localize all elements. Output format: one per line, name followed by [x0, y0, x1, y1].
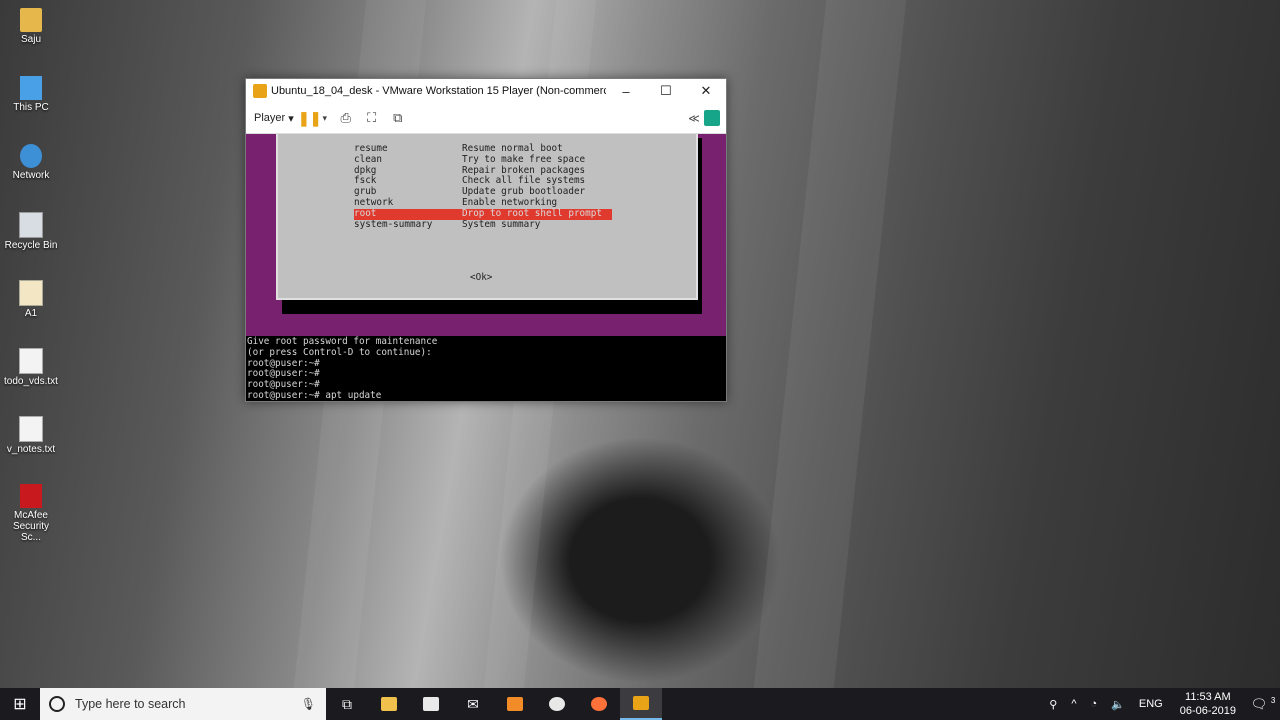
mail-icon[interactable]: ✉ — [452, 688, 494, 720]
search-icon — [49, 696, 65, 712]
network-icon — [20, 144, 42, 168]
language-indicator[interactable]: ENG — [1132, 698, 1170, 710]
desktop-icon-label: Network — [12, 170, 50, 181]
windows-start-icon[interactable]: ⊞ — [0, 688, 40, 720]
recovery-menu-command: system-summary — [354, 218, 433, 230]
wifi-icon[interactable]: ◔ — [1084, 698, 1105, 710]
desktop-icon-label: v_notes.txt — [6, 444, 56, 455]
collapse-toolbar-icon[interactable]: ≪ — [684, 109, 704, 127]
desktop-icon-label: This PC — [13, 102, 49, 113]
firefox-icon[interactable] — [578, 688, 620, 720]
terminal-output: Give root password for maintenance (or pr… — [246, 336, 726, 401]
text-file-icon — [19, 416, 43, 442]
desktop-icon-label: todo_vds.txt — [4, 376, 58, 387]
terminal-line: (or press Control-D to continue): — [247, 346, 432, 358]
recycle-bin-icon — [19, 212, 43, 238]
recovery-menu-item-clean[interactable]: clean Try to make free space — [354, 153, 612, 166]
close-button[interactable]: ✕ — [686, 83, 726, 99]
unity-mode-icon[interactable]: ⧉ — [388, 109, 408, 127]
desktop-icon-label: Recycle Bin — [4, 240, 58, 251]
vmware-window: Ubuntu_18_04_desk - VMware Workstation 1… — [245, 78, 727, 402]
search-input[interactable]: Type here to search 🎙 — [40, 688, 326, 720]
desktop-icon-recycle-bin[interactable]: Recycle Bin — [2, 212, 60, 251]
recovery-menu-description: Drop to root shell prompt — [462, 207, 602, 219]
chevron-down-icon: ▾ — [288, 112, 294, 125]
recovery-menu-item-root[interactable]: root Drop to root shell prompt — [354, 207, 612, 220]
maximize-button[interactable]: ☐ — [646, 83, 686, 99]
vmware-app-icon — [253, 84, 267, 98]
microphone-icon[interactable]: 🎙 — [301, 697, 316, 711]
desktop-icon-v-notes[interactable]: v_notes.txt — [2, 416, 60, 455]
search-placeholder: Type here to search — [75, 697, 186, 711]
desktop-icon-a1[interactable]: A1 — [2, 280, 60, 319]
send-ctrl-alt-del-icon[interactable]: ⎙ — [336, 109, 356, 127]
recovery-menu-command: root — [354, 207, 377, 219]
message-log-icon[interactable] — [704, 110, 720, 126]
pause-icon[interactable]: ❚❚ — [298, 109, 321, 127]
ok-button[interactable]: <Ok> — [470, 272, 492, 283]
desktop-icon-label: A1 — [24, 308, 38, 319]
recovery-menu-description: System summary — [462, 218, 541, 230]
vmware-taskbar-icon[interactable] — [620, 688, 662, 720]
clock-time: 11:53 AM — [1185, 691, 1231, 703]
desktop-icon-label: McAfee Security Sc... — [12, 510, 50, 543]
minimize-button[interactable]: – — [606, 84, 646, 99]
desktop-icon-mcafee[interactable]: McAfee Security Sc... — [2, 484, 60, 543]
volume-icon[interactable]: 🔈 — [1104, 698, 1132, 711]
desktop-icon-network[interactable]: Network — [2, 144, 60, 181]
store-icon[interactable] — [410, 688, 452, 720]
computer-icon — [20, 76, 42, 100]
clock[interactable]: 11:53 AM 06-06-2019 — [1170, 690, 1246, 718]
task-view-icon[interactable]: ⧉ — [326, 688, 368, 720]
notification-icon: 🗨 — [1250, 696, 1268, 712]
recovery-menu-command: clean — [354, 153, 382, 165]
fullscreen-icon[interactable]: ⛶ — [362, 109, 382, 127]
clock-date: 06-06-2019 — [1179, 705, 1236, 717]
window-titlebar[interactable]: Ubuntu_18_04_desk - VMware Workstation 1… — [246, 79, 726, 103]
chrome-like-app-icon[interactable] — [536, 688, 578, 720]
vm-toolbar: Player ▾ ❚❚ ▾ ⎙ ⛶ ⧉ ≪ — [246, 103, 726, 134]
recovery-menu-item-system-summary[interactable]: system-summary System summary — [354, 218, 612, 231]
taskbar: ⊞ Type here to search 🎙 ⧉ ✉ ⚲ ^ ◔ 🔈 ENG … — [0, 688, 1280, 720]
player-menu-label: Player — [254, 112, 286, 124]
recovery-menu-description: Try to make free space — [462, 153, 586, 165]
player-menu-button[interactable]: Player ▾ — [254, 112, 294, 125]
recovery-menu-list: resume Resume normal boot clean Try to make… — [354, 143, 612, 231]
text-file-icon — [19, 348, 43, 374]
desktop-icon-this-pc[interactable]: This PC — [2, 76, 60, 113]
chevron-down-icon[interactable]: ▾ — [320, 109, 330, 127]
zip-folder-icon — [19, 280, 43, 306]
sublime-text-icon[interactable] — [494, 688, 536, 720]
window-title: Ubuntu_18_04_desk - VMware Workstation 1… — [271, 85, 606, 97]
vm-guest-screen[interactable]: resume Resume normal boot clean Try to make… — [246, 134, 726, 401]
recovery-menu-dialog: resume Resume normal boot clean Try to make… — [276, 134, 698, 300]
folder-icon — [20, 8, 42, 32]
notification-count: 3 — [1270, 695, 1276, 705]
desktop-icon-todo-vds[interactable]: todo_vds.txt — [2, 348, 60, 387]
notification-center-button[interactable]: 🗨 3 — [1246, 696, 1280, 712]
desktop-icon-label: Saju — [20, 34, 41, 45]
system-tray: ⚲ ^ ◔ 🔈 ENG 11:53 AM 06-06-2019 🗨 3 — [1042, 688, 1280, 720]
desktop-icon-saju[interactable]: Saju — [2, 8, 60, 45]
file-explorer-icon[interactable] — [368, 688, 410, 720]
people-icon[interactable]: ⚲ — [1042, 698, 1064, 711]
terminal-line: root@puser:~# apt update — [247, 389, 382, 401]
chevron-up-icon[interactable]: ^ — [1064, 698, 1083, 710]
mcafee-icon — [20, 484, 42, 508]
